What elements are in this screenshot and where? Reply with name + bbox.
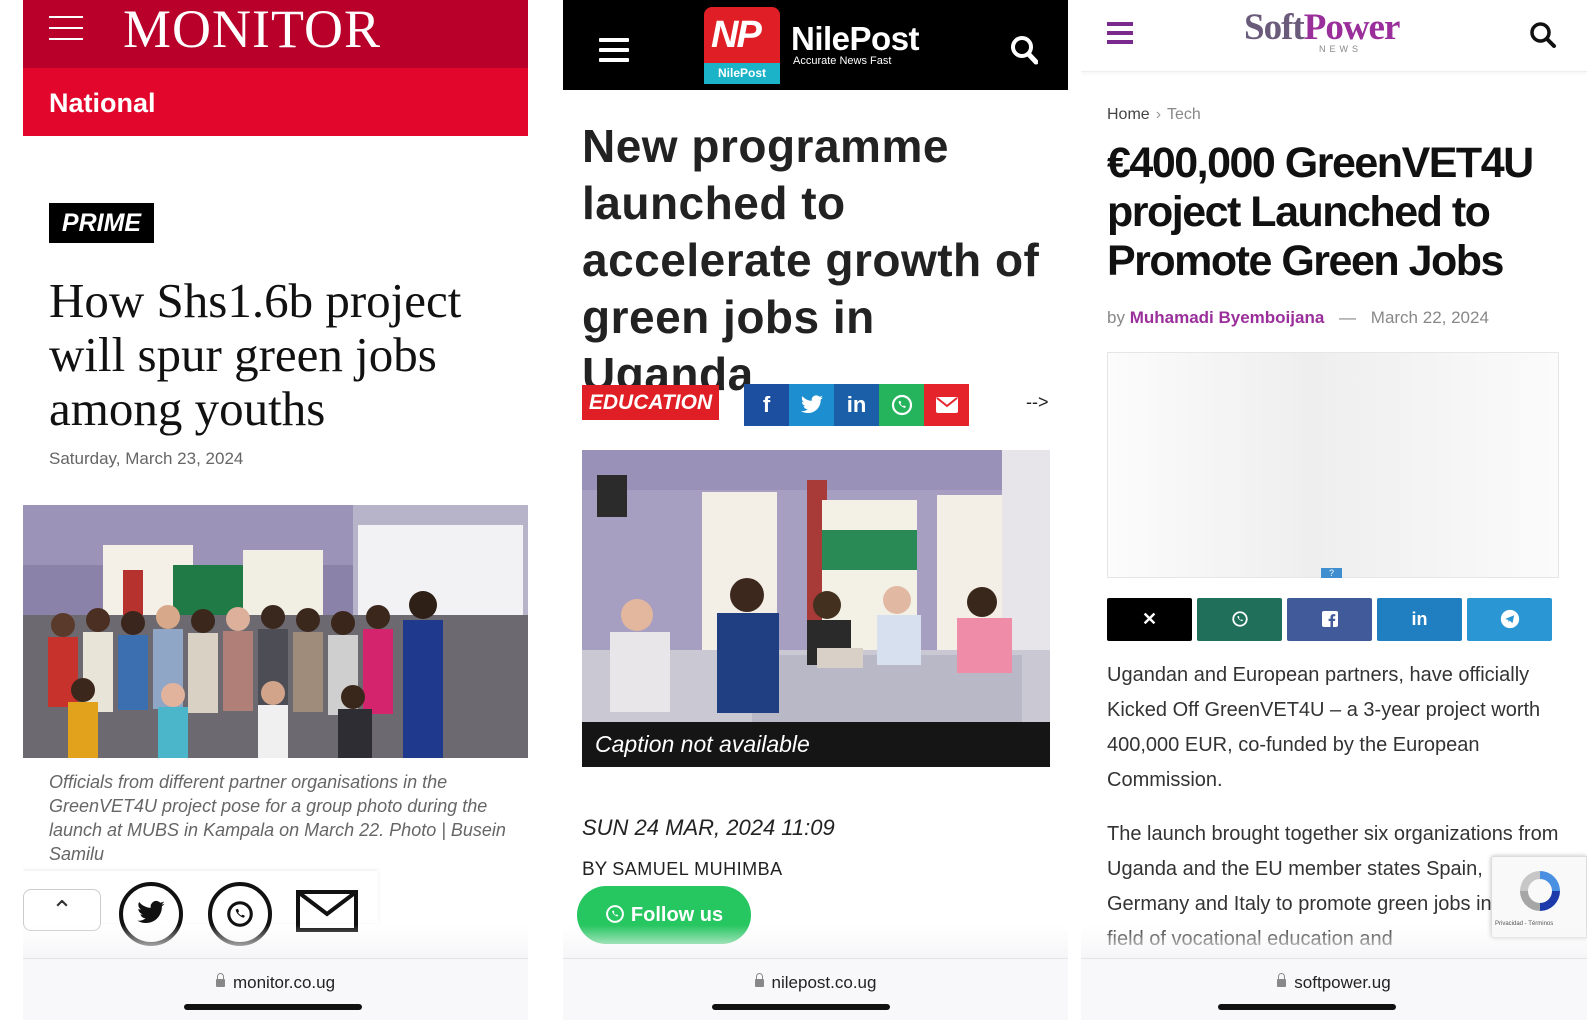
article-paragraph: Ugandan and European partners, have offi… <box>1107 664 1541 791</box>
byline-prefix: BY <box>582 859 608 880</box>
author-link[interactable]: SAMUEL MUHIMBA <box>612 859 782 879</box>
byline: BY SAMUEL MUHIMBA <box>582 859 783 881</box>
hamburger-menu-icon[interactable] <box>1107 22 1133 44</box>
lock-icon <box>1277 973 1287 987</box>
recaptcha-icon <box>1520 871 1560 911</box>
url-text[interactable]: monitor.co.ug <box>23 973 528 993</box>
breadcrumb: Home › Tech <box>1107 106 1201 124</box>
ad-placeholder[interactable] <box>1107 352 1559 578</box>
article-title: New programme launched to accelerate gro… <box>582 120 1040 400</box>
article-date: SUN 24 MAR, 2024 11:09 <box>582 815 835 840</box>
bottom-fade <box>563 925 1068 958</box>
article-date: Saturday, March 23, 2024 <box>49 449 244 468</box>
article-date: March 22, 2024 <box>1370 308 1489 327</box>
stray-markup-text: --> <box>1026 392 1049 412</box>
section-label[interactable]: National <box>49 88 156 119</box>
facebook-icon[interactable]: f <box>744 384 789 426</box>
url-label: nilepost.co.ug <box>771 973 877 992</box>
byline-prefix: by <box>1107 308 1125 327</box>
author-link[interactable]: Muhamadi Byemboijana <box>1130 308 1325 327</box>
home-indicator <box>184 1004 362 1010</box>
hamburger-menu-icon[interactable] <box>49 15 83 41</box>
x-icon[interactable]: ✕ <box>1107 598 1192 641</box>
hamburger-menu-icon[interactable] <box>599 38 629 62</box>
softpower-article-panel: SoftPower NEWS Home › Tech €400,000 GreenV… <box>1081 0 1587 1020</box>
lock-icon <box>215 973 225 987</box>
article-title: How Shs1.6b project will spur green jobs… <box>49 273 462 436</box>
url-text[interactable]: nilepost.co.ug <box>563 973 1068 993</box>
article-title: €400,000 GreenVET4U project Launched to … <box>1107 139 1534 285</box>
chevron-right-icon: › <box>1155 106 1162 123</box>
site-logo[interactable]: NilePost <box>791 20 920 58</box>
mail-icon[interactable] <box>924 384 969 426</box>
bottom-fade <box>1081 925 1587 958</box>
url-label: monitor.co.ug <box>232 973 336 992</box>
whatsapp-icon[interactable] <box>879 384 924 426</box>
prime-badge: PRIME <box>49 203 154 243</box>
logo-part-b: Power <box>1303 7 1401 48</box>
logo-tag: NilePost <box>704 63 780 84</box>
breadcrumb-home[interactable]: Home <box>1107 106 1150 123</box>
byline-separator: — <box>1339 308 1357 327</box>
nilepost-article-panel: NP NilePost NilePost Accurate News Fast … <box>563 0 1068 1020</box>
photo-caption: Caption not available <box>595 731 810 757</box>
follow-us-label: Follow us <box>630 904 724 926</box>
site-tagline: Accurate News Fast <box>793 55 892 67</box>
twitter-icon[interactable] <box>789 384 834 426</box>
url-text[interactable]: softpower.ug <box>1081 973 1587 993</box>
article-photo <box>582 450 1050 722</box>
monitor-article-panel: MONITOR National PRIME How Shs1.6b proje… <box>23 0 528 1020</box>
logo-subtitle: NEWS <box>1319 44 1362 54</box>
article-photo <box>23 505 528 758</box>
search-icon[interactable] <box>1010 35 1039 65</box>
url-label: softpower.ug <box>1294 973 1391 992</box>
home-indicator <box>712 1004 890 1010</box>
category-badge[interactable]: EDUCATION <box>582 385 719 420</box>
telegram-icon[interactable] <box>1467 598 1552 641</box>
whatsapp-icon[interactable] <box>1197 598 1282 641</box>
bottom-fade <box>23 925 528 958</box>
site-logo[interactable]: MONITOR <box>123 0 381 58</box>
logo-letters: NP <box>711 14 762 56</box>
mail-icon[interactable] <box>296 888 358 932</box>
lock-icon <box>754 973 764 987</box>
whatsapp-icon <box>605 905 624 923</box>
byline: by Muhamadi Byemboijana — March 22, 2024 <box>1107 308 1489 328</box>
home-indicator <box>1218 1004 1396 1010</box>
photo-caption: Officials from different partner organis… <box>49 772 506 864</box>
linkedin-icon[interactable]: in <box>1377 598 1462 641</box>
facebook-icon[interactable] <box>1287 598 1372 641</box>
breadcrumb-tech[interactable]: Tech <box>1167 106 1201 123</box>
linkedin-icon[interactable]: in <box>834 384 879 426</box>
ad-info-badge[interactable]: ? <box>1321 568 1342 578</box>
site-logo[interactable]: SoftPower <box>1244 6 1401 49</box>
logo-part-a: Soft <box>1244 7 1305 48</box>
search-icon[interactable] <box>1529 21 1557 49</box>
